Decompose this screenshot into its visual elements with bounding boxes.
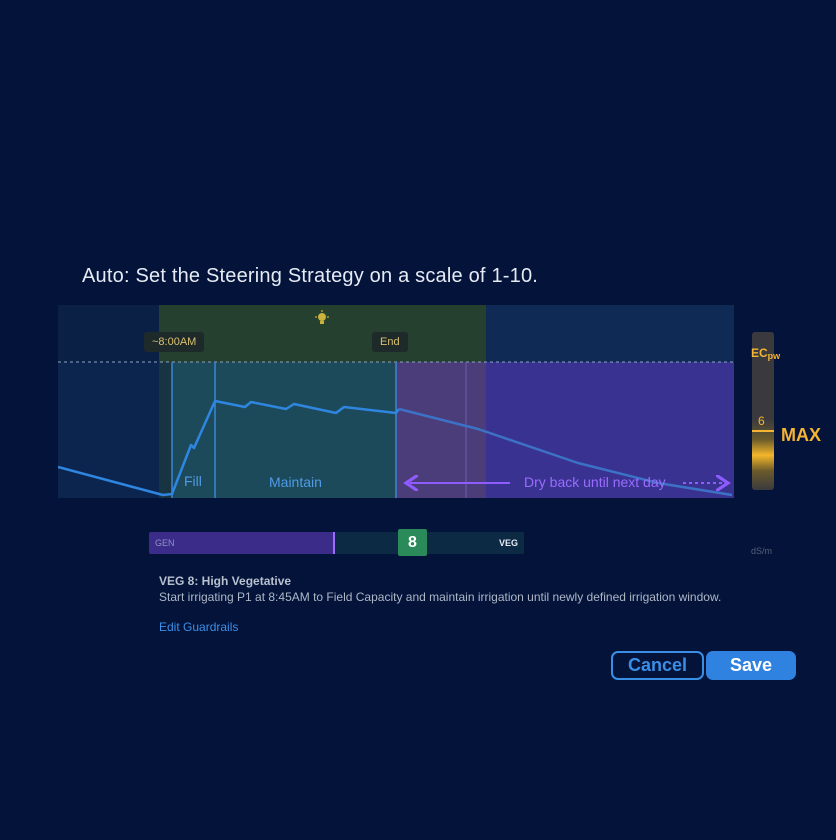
slider-thumb[interactable]: 8 bbox=[398, 529, 427, 556]
ec-value: 6 bbox=[758, 414, 765, 428]
steering-slider[interactable]: GEN VEG bbox=[149, 532, 524, 554]
ec-marker bbox=[752, 430, 774, 432]
slider-marker bbox=[333, 532, 335, 554]
cancel-button[interactable]: Cancel bbox=[611, 651, 704, 680]
end-time-chip: End bbox=[372, 332, 408, 352]
slider-veg-label: VEG bbox=[498, 538, 518, 548]
ec-max-label: MAX bbox=[781, 425, 821, 445]
dryback-day-region bbox=[396, 362, 486, 498]
save-button[interactable]: Save bbox=[706, 651, 796, 680]
ec-label: ECpw bbox=[751, 346, 781, 361]
strategy-description: Start irrigating P1 at 8:45AM to Field C… bbox=[159, 590, 722, 604]
start-time-chip: ~8:00AM bbox=[144, 332, 205, 352]
page-title: Auto: Set the Steering Strategy on a sca… bbox=[82, 265, 539, 287]
slider-gen-fill bbox=[149, 532, 334, 554]
fill-label: Fill bbox=[184, 473, 202, 489]
ec-unit: dS/m bbox=[751, 546, 773, 556]
maintain-label: Maintain bbox=[269, 474, 322, 490]
slider-gen-label: GEN bbox=[155, 538, 175, 548]
steering-chart: ~8:00AM End Fill Maintain Dry back until… bbox=[58, 305, 734, 498]
dryback-label: Dry back until next day bbox=[524, 474, 666, 490]
edit-guardrails-link[interactable]: Edit Guardrails bbox=[159, 620, 238, 634]
strategy-title: VEG 8: High Vegetative bbox=[159, 574, 292, 588]
